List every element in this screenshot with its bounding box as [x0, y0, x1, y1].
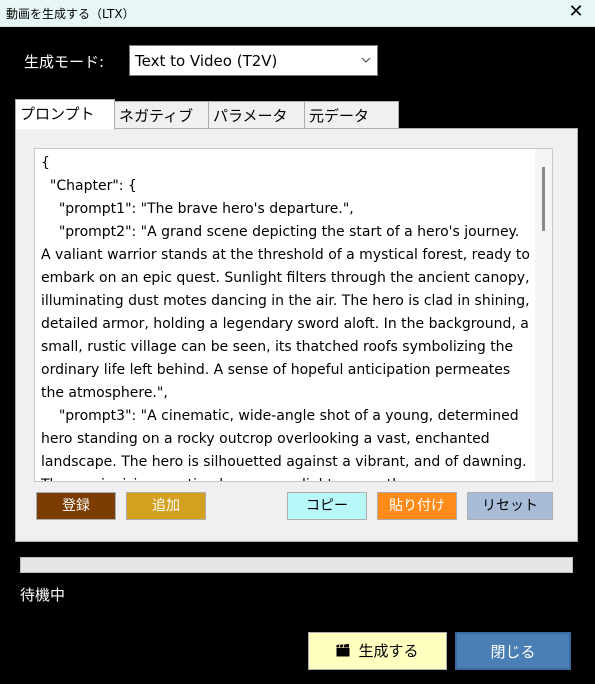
tab-source-data[interactable]: 元データ: [304, 101, 399, 128]
tab-label: プロンプト: [20, 105, 95, 123]
chevron-down-icon: [361, 57, 371, 63]
generate-button[interactable]: 生成する: [308, 632, 447, 670]
progress-bar: [20, 557, 573, 573]
register-button-label: 登録: [62, 498, 90, 514]
reset-button[interactable]: リセット: [467, 492, 553, 520]
tab-negative[interactable]: ネガティブ: [114, 101, 209, 128]
close-button-label: 閉じる: [490, 643, 536, 661]
clapperboard-icon: [336, 644, 350, 657]
prompt-text: { "Chapter": { "prompt1": "The brave her…: [41, 155, 530, 481]
title-bar: 動画を生成する（LTX） ✕: [0, 0, 595, 27]
mode-select[interactable]: Text to Video (T2V): [129, 45, 378, 76]
scrollbar-thumb[interactable]: [542, 167, 545, 231]
scrollbar[interactable]: [535, 149, 552, 481]
close-icon[interactable]: ✕: [565, 1, 587, 23]
paste-button-label: 貼り付け: [389, 498, 445, 514]
tab-label: パラメータ: [213, 107, 288, 125]
tab-parameters[interactable]: パラメータ: [208, 101, 305, 128]
copy-button[interactable]: コピー: [287, 492, 367, 520]
tab-label: ネガティブ: [119, 107, 194, 125]
paste-button[interactable]: 貼り付け: [377, 492, 457, 520]
add-button[interactable]: 追加: [126, 492, 206, 520]
close-button[interactable]: 閉じる: [455, 632, 571, 670]
copy-button-label: コピー: [306, 498, 348, 514]
tab-prompt[interactable]: プロンプト: [15, 99, 115, 129]
mode-label: 生成モード:: [24, 53, 105, 71]
window-title: 動画を生成する（LTX）: [6, 7, 135, 21]
reset-button-label: リセット: [482, 498, 538, 514]
status-text: 待機中: [20, 586, 66, 604]
tab-label: 元データ: [309, 107, 370, 125]
prompt-textarea[interactable]: { "Chapter": { "prompt1": "The brave her…: [34, 148, 553, 482]
mode-select-value: Text to Video (T2V): [135, 52, 278, 70]
add-button-label: 追加: [152, 498, 180, 514]
register-button[interactable]: 登録: [36, 492, 116, 520]
generate-button-label: 生成する: [358, 642, 419, 660]
